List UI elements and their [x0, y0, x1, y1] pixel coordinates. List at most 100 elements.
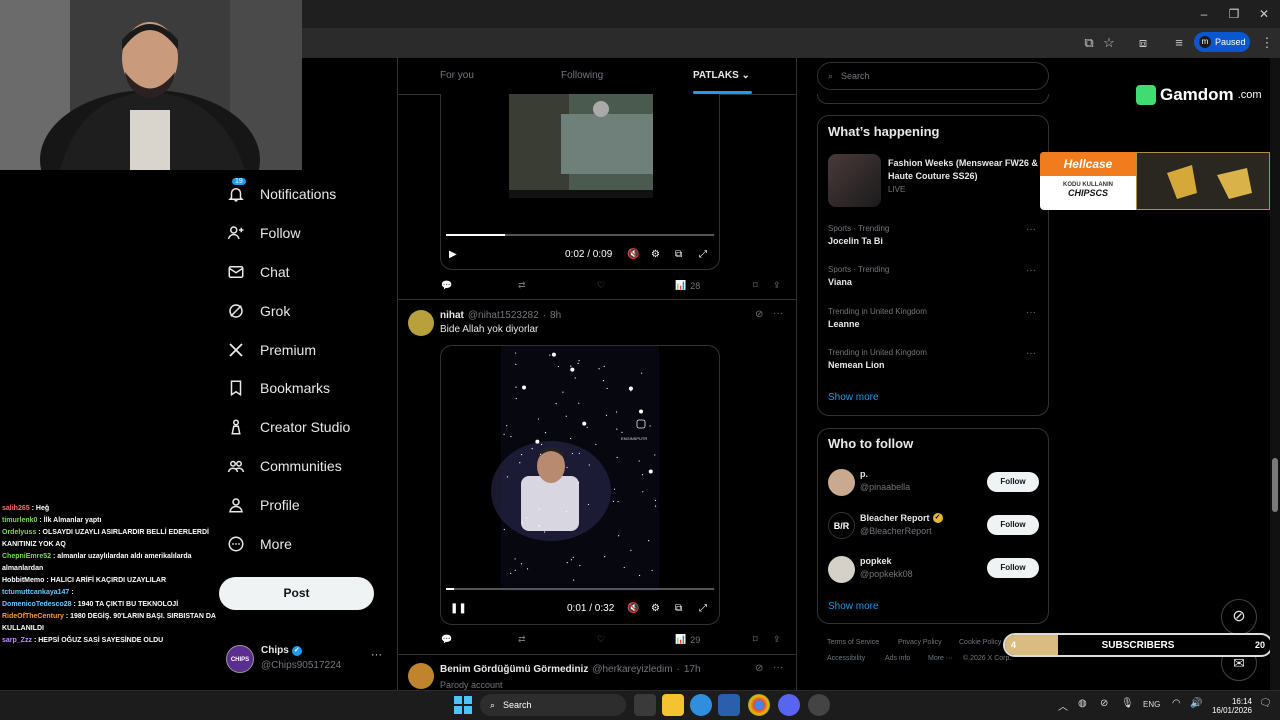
post3-handle[interactable]: @herkareyizledim: [592, 664, 672, 675]
follow-avatar[interactable]: [828, 556, 855, 583]
mute-icon[interactable]: 🔇: [627, 249, 639, 260]
post2-share[interactable]: ⇪: [773, 634, 781, 645]
profile-paused-button[interactable]: m Paused: [1194, 32, 1250, 52]
chrome-icon[interactable]: [748, 694, 770, 716]
post1-video[interactable]: [440, 94, 720, 270]
post-button[interactable]: Post: [219, 577, 374, 610]
follow-button[interactable]: Follow: [987, 515, 1039, 535]
post2-bookmark[interactable]: ⌑: [753, 634, 758, 645]
account-menu-icon[interactable]: ···: [371, 649, 382, 661]
volume-icon[interactable]: 🔊: [1190, 698, 1202, 709]
store-icon[interactable]: [718, 694, 740, 716]
settings-icon[interactable]: ⚙: [651, 249, 660, 260]
taskbar-clock[interactable]: 16:14 16/01/2026: [1208, 697, 1252, 715]
nav-creator-studio[interactable]: Creator Studio: [226, 412, 350, 442]
post2-progress-track[interactable]: [446, 588, 714, 590]
media-control-icon[interactable]: ≡: [1170, 34, 1188, 52]
post1-share[interactable]: ⇪: [773, 280, 781, 291]
footer-accessibility[interactable]: Accessibility: [827, 655, 865, 662]
play-icon[interactable]: ▶: [449, 249, 457, 260]
minimize-icon[interactable]: –: [1196, 6, 1212, 22]
show-more-trends-link[interactable]: Show more: [828, 392, 879, 403]
nav-follow[interactable]: Follow: [226, 218, 300, 248]
edge-icon[interactable]: [690, 694, 712, 716]
footer-privacy[interactable]: Privacy Policy: [898, 639, 942, 646]
post2-author[interactable]: nihat: [440, 310, 464, 321]
fullscreen-icon[interactable]: ⤢: [699, 249, 707, 260]
fullscreen-icon[interactable]: ⤢: [699, 603, 707, 614]
tray-app-icon[interactable]: ◍: [1078, 698, 1087, 709]
account-switcher[interactable]: CHIPS Chips ✓ @Chips90517224 ···: [226, 643, 386, 675]
post1-bookmark[interactable]: ⌑: [753, 280, 758, 291]
task-view-icon[interactable]: [634, 694, 656, 716]
install-app-icon[interactable]: ⧉: [1080, 34, 1098, 52]
tab-patlaks[interactable]: PATLAKS ⌄: [693, 70, 750, 81]
nav-profile[interactable]: Profile: [226, 490, 300, 520]
tray-chevron-icon[interactable]: ︿: [1058, 698, 1068, 713]
follow-suggestion[interactable]: p. @pinaabella: [860, 469, 910, 492]
show-more-follow-link[interactable]: Show more: [828, 601, 879, 612]
trend-menu-icon[interactable]: ···: [1026, 307, 1036, 318]
nav-bookmarks[interactable]: Bookmarks: [226, 373, 330, 403]
post-menu-icon[interactable]: ···: [773, 308, 783, 319]
grok-icon[interactable]: ⊘: [755, 663, 763, 674]
close-icon[interactable]: ✕: [1256, 6, 1272, 22]
popout-icon[interactable]: ⧉: [675, 249, 682, 260]
nav-more[interactable]: More: [226, 529, 292, 559]
post1-reply[interactable]: 💬: [441, 280, 452, 291]
popout-icon[interactable]: ⧉: [675, 603, 682, 614]
grok-icon[interactable]: ⊘: [755, 309, 763, 320]
bleacher-report-logo[interactable]: B/R: [828, 512, 855, 539]
pause-icon[interactable]: ❚❚: [450, 603, 467, 614]
trend-menu-icon[interactable]: ···: [1026, 224, 1036, 235]
footer-cookie[interactable]: Cookie Policy: [959, 639, 1001, 646]
footer-more[interactable]: More ···: [928, 655, 953, 662]
trend-menu-icon[interactable]: ···: [1026, 265, 1036, 276]
nav-chat[interactable]: Chat: [226, 257, 290, 287]
tray-network-off-icon[interactable]: ⊘: [1100, 698, 1108, 709]
nav-notifications[interactable]: 19 Notifications: [226, 178, 336, 209]
post2-views[interactable]: 📊 29: [675, 634, 700, 645]
file-explorer-icon[interactable]: [662, 694, 684, 716]
follow-button[interactable]: Follow: [987, 558, 1039, 578]
tab-for-you[interactable]: For you: [440, 70, 474, 81]
page-scrollbar[interactable]: [1270, 58, 1280, 690]
post2-repost[interactable]: ⇄: [518, 634, 526, 645]
notification-center-icon[interactable]: 🗨: [1259, 698, 1272, 709]
extensions-icon[interactable]: ⧈: [1134, 34, 1152, 52]
nav-communities[interactable]: Communities: [226, 451, 342, 481]
wifi-icon[interactable]: ◠: [1172, 698, 1181, 709]
obs-icon[interactable]: [808, 694, 830, 716]
taskbar-search[interactable]: ⌕ Search: [480, 694, 626, 716]
trend-item[interactable]: Trending in United Kingdom Nemean Lion: [828, 348, 927, 370]
settings-icon[interactable]: ⚙: [651, 603, 660, 614]
microphone-icon[interactable]: 🎙: [1121, 698, 1134, 709]
nav-grok[interactable]: Grok: [226, 296, 290, 326]
mute-icon[interactable]: 🔇: [627, 603, 639, 614]
browser-menu-icon[interactable]: ⋮: [1258, 34, 1276, 52]
follow-suggestion[interactable]: popkek @popkekk08: [860, 556, 913, 579]
post3-author[interactable]: Benim Gördüğümü Görmediniz: [440, 664, 588, 675]
post1-progress-track[interactable]: [446, 234, 714, 236]
post-menu-icon[interactable]: ···: [773, 662, 783, 673]
nav-premium[interactable]: Premium: [226, 335, 316, 365]
search-input[interactable]: ⌕ Search: [817, 62, 1049, 90]
post1-repost[interactable]: ⇄: [518, 280, 526, 291]
trend-item[interactable]: Sports · Trending Viana: [828, 265, 889, 287]
tab-following[interactable]: Following: [561, 70, 603, 81]
footer-ads-info[interactable]: Ads info: [885, 655, 910, 662]
post2-like[interactable]: ♡: [597, 634, 605, 645]
trend-item[interactable]: Trending in United Kingdom Leanne: [828, 307, 927, 329]
scrollbar-thumb[interactable]: [1272, 458, 1278, 512]
follow-avatar[interactable]: [828, 469, 855, 496]
post2-reply[interactable]: 💬: [441, 634, 452, 645]
discord-icon[interactable]: [778, 694, 800, 716]
post2-handle[interactable]: @nihat1523282: [468, 310, 539, 321]
language-indicator[interactable]: ENG: [1143, 700, 1160, 709]
post2-video[interactable]: ENGINSPUTR: [440, 345, 720, 625]
trend-menu-icon[interactable]: ···: [1026, 348, 1036, 359]
follow-button[interactable]: Follow: [987, 472, 1039, 492]
footer-terms[interactable]: Terms of Service: [827, 639, 879, 646]
bookmark-star-icon[interactable]: ☆: [1100, 34, 1118, 52]
post1-views[interactable]: 📊 28: [675, 280, 700, 291]
